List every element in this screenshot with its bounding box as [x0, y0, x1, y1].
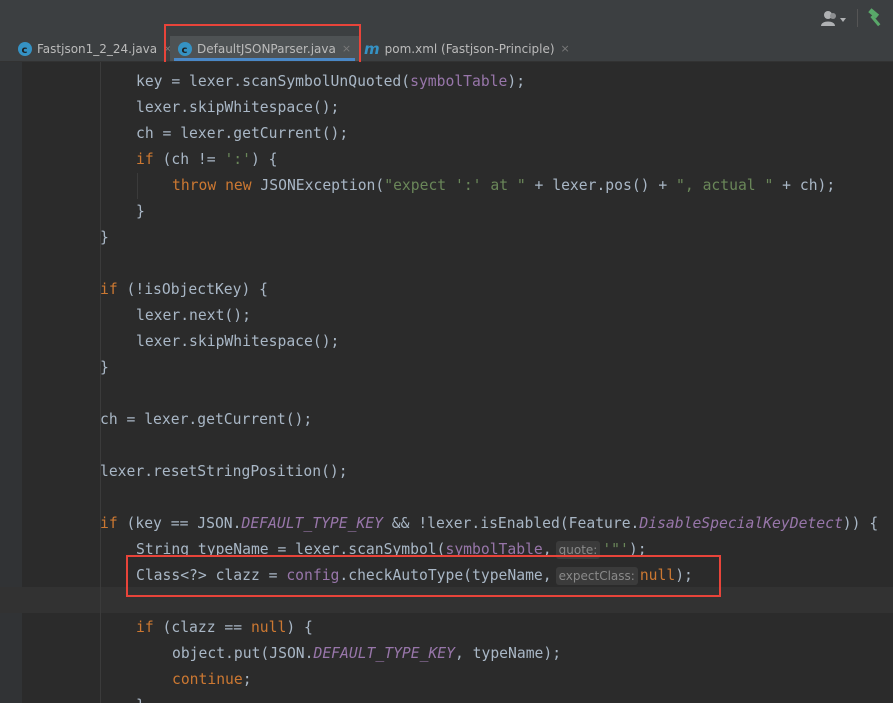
- tab-label: pom.xml (Fastjson-Principle): [384, 41, 555, 56]
- code-line-10: lexer.skipWhitespace();: [136, 333, 340, 350]
- code-line-18: if (clazz == null) {: [136, 619, 313, 636]
- code-line-7: }: [100, 229, 109, 246]
- editor-tab-bar: c Fastjson1_2_24.java × c DefaultJSONPar…: [0, 36, 893, 62]
- code-line-14: if (key == JSON.DEFAULT_TYPE_KEY && !lex…: [100, 515, 879, 532]
- indent-guide: [100, 62, 101, 703]
- svg-text:c: c: [22, 45, 28, 56]
- code-line-4: if (ch != ':') {: [136, 151, 278, 168]
- class-c-icon: c: [18, 41, 32, 56]
- highlight-box-code: [126, 555, 721, 597]
- code-line-9: lexer.next();: [136, 307, 251, 324]
- code-line-12: ch = lexer.getCurrent();: [100, 411, 313, 428]
- code-line-6: }: [136, 203, 145, 220]
- code-line-5: throw new JSONException("expect ':' at "…: [172, 177, 836, 194]
- code-line-20: continue;: [172, 671, 252, 688]
- toolbar-divider: [857, 9, 858, 27]
- user-menu-icon[interactable]: [820, 10, 850, 28]
- code-line-2: lexer.skipWhitespace();: [136, 99, 340, 116]
- top-toolbar: [0, 0, 893, 36]
- close-icon[interactable]: ×: [561, 42, 570, 55]
- code-editor[interactable]: key = lexer.scanSymbolUnQuoted(symbolTab…: [0, 62, 893, 703]
- tab-fastjson1-2-24[interactable]: c Fastjson1_2_24.java ×: [18, 36, 172, 61]
- tab-label: Fastjson1_2_24.java: [37, 41, 158, 56]
- code-line-3: ch = lexer.getCurrent();: [136, 125, 349, 142]
- code-line-21: }: [136, 693, 145, 703]
- indent-guide: [137, 173, 138, 199]
- hammer-icon[interactable]: [866, 8, 886, 28]
- code-line-19: object.put(JSON.DEFAULT_TYPE_KEY, typeNa…: [172, 645, 562, 662]
- code-line-8: if (!isObjectKey) {: [100, 281, 269, 298]
- code-line-1: key = lexer.scanSymbolUnQuoted(symbolTab…: [136, 73, 526, 90]
- tab-pom-xml[interactable]: m pom.xml (Fastjson-Principle) ×: [364, 36, 570, 61]
- code-line-13: lexer.resetStringPosition();: [100, 463, 348, 480]
- code-line-11: }: [100, 359, 109, 376]
- maven-m-icon: m: [364, 39, 380, 58]
